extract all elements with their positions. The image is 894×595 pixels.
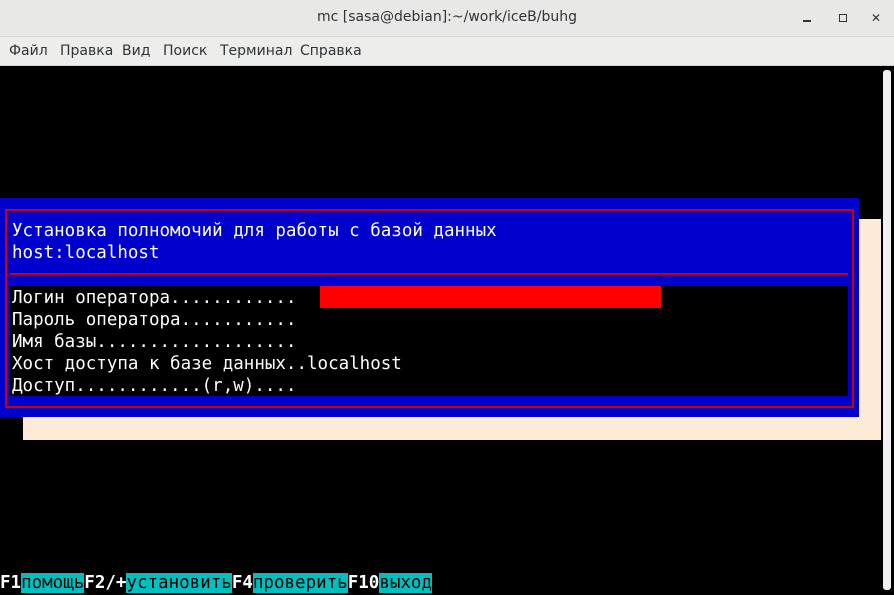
fkey-f2[interactable]: F2/+ <box>84 573 126 593</box>
fkey-f10[interactable]: F10 <box>348 573 380 593</box>
field-login[interactable]: Логин оператора............ <box>12 287 296 309</box>
window-title: mc [sasa@debian]:~/work/iceB/buhg <box>317 9 577 25</box>
menubar: Файл Правка Вид Поиск Терминал Справка <box>0 37 894 66</box>
menu-help[interactable]: Справка <box>300 43 362 59</box>
scrollbar-thumb[interactable] <box>883 70 891 590</box>
fkey-f1-label[interactable]: помощь <box>21 573 85 593</box>
menu-view[interactable]: Вид <box>122 43 150 59</box>
field-host[interactable]: Хост доступа к базе данных..localhost <box>12 353 402 375</box>
dialog-separator <box>10 273 848 275</box>
dialog-host: host:localhost <box>12 243 160 263</box>
window-titlebar: mc [sasa@debian]:~/work/iceB/buhg ✕ <box>0 0 894 37</box>
login-input-highlight[interactable] <box>320 286 661 308</box>
menu-terminal[interactable]: Терминал <box>220 43 292 59</box>
menu-search[interactable]: Поиск <box>163 43 207 59</box>
menu-edit[interactable]: Правка <box>60 43 113 59</box>
fkey-f10-label[interactable]: выход <box>379 573 433 593</box>
close-icon[interactable]: ✕ <box>866 8 886 28</box>
field-access[interactable]: Доступ............(r,w).... <box>12 375 296 397</box>
field-password[interactable]: Пароль оператора........... <box>12 309 296 331</box>
minimize-icon[interactable] <box>797 8 817 28</box>
menu-file[interactable]: Файл <box>9 43 48 59</box>
maximize-icon[interactable] <box>833 8 853 28</box>
dialog-title: Установка полномочий для работы с базой … <box>12 221 497 241</box>
fkey-f4-label[interactable]: проверить <box>252 573 348 593</box>
fkey-f2-label[interactable]: установить <box>126 573 232 593</box>
fkey-f1[interactable]: F1 <box>0 573 21 593</box>
fkey-f4[interactable]: F4 <box>232 573 253 593</box>
field-db-name[interactable]: Имя базы................... <box>12 331 296 353</box>
function-key-bar: F1помощьF2/+установитьF4проверитьF10выхо… <box>0 572 433 594</box>
